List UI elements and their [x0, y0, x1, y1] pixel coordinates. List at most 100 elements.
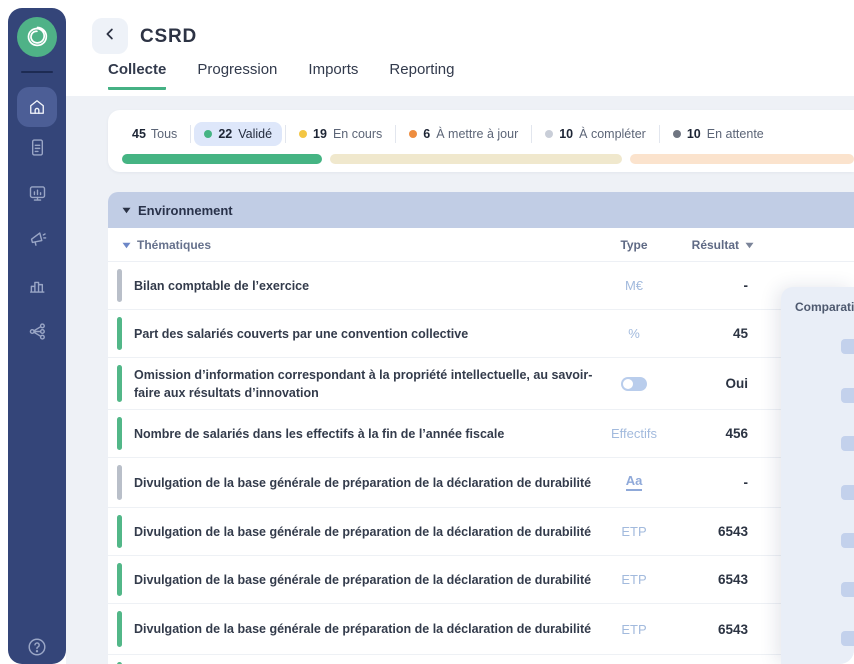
summary-card: 45 Tous 22Validé 19En cours 6 À mettre à jo…	[108, 110, 854, 172]
status-filter-en-cours[interactable]: 19En cours	[289, 122, 392, 146]
document-icon	[27, 137, 48, 163]
status-dot-icon	[204, 130, 212, 138]
row-label: Divulgation de la base générale de prépa…	[134, 570, 604, 588]
total-count: 45	[132, 127, 146, 141]
row-label: Divulgation de la base générale de prépa…	[134, 522, 604, 540]
monitor-chart-icon	[27, 183, 48, 209]
collapse-caret-icon	[122, 207, 131, 214]
column-header-thematiques[interactable]: Thématiques	[122, 228, 211, 262]
status-filter-all[interactable]: 45 Tous	[122, 127, 187, 141]
sidebar-item-dashboard[interactable]	[14, 173, 60, 219]
status-label: À mettre à jour	[436, 127, 518, 141]
row-result: -	[658, 262, 748, 309]
row-result: 456	[658, 410, 748, 457]
sidebar-item-documents[interactable]	[14, 127, 60, 173]
megaphone-icon	[27, 229, 48, 255]
row-status-bar	[117, 515, 122, 548]
row-status-bar	[117, 465, 122, 500]
sidebar-item-organisation[interactable]	[14, 311, 60, 357]
row-type: %	[604, 310, 664, 357]
comparatif-placeholder	[841, 631, 854, 646]
row-label: Divulgation de la base générale de prépa…	[134, 473, 604, 491]
status-count: 10	[687, 127, 701, 141]
row-type: ETP	[604, 556, 664, 603]
status-filter-à-compléter[interactable]: 10À compléter	[535, 122, 656, 146]
comparatif-panel[interactable]: Comparatif	[781, 287, 854, 664]
table-row[interactable]: Divulgation de la base générale de prépa…	[108, 604, 854, 655]
comparatif-title: Comparatif	[795, 300, 854, 314]
type-value: ETP	[621, 622, 646, 637]
progress-segment-3	[630, 154, 854, 164]
status-dot-icon	[545, 130, 553, 138]
status-separator	[395, 125, 396, 143]
progress-segment-2	[330, 154, 622, 164]
back-button[interactable]	[92, 18, 128, 54]
table-row[interactable]: Nombre de salariés dans les effectifs à …	[108, 410, 854, 458]
tab-progression[interactable]: Progression	[197, 61, 277, 90]
type-value: ETP	[621, 572, 646, 587]
row-label: Omission d’information correspondant à l…	[134, 365, 604, 401]
status-count: 6	[423, 127, 430, 141]
help-button[interactable]	[8, 636, 66, 658]
row-result: 45	[658, 310, 748, 357]
status-filter-row: 45 Tous 22Validé 19En cours 6 À mettre à jo…	[122, 121, 774, 147]
row-result: Oui	[658, 358, 748, 409]
status-filter-en-attente[interactable]: 10En attente	[663, 122, 774, 146]
type-value: M€	[625, 278, 643, 293]
page-title: CSRD	[140, 26, 197, 48]
comparatif-placeholder	[841, 533, 854, 548]
table-row[interactable]: Divulgation de la base générale de prépa…	[108, 556, 854, 604]
tab-reporting[interactable]: Reporting	[389, 61, 454, 90]
comparatif-placeholder	[841, 436, 854, 451]
row-type: ETP	[604, 508, 664, 555]
row-type: M€	[604, 262, 664, 309]
app-window: CSRD Collecte Progression Imports Reporting…	[0, 0, 854, 664]
caret-down-icon	[122, 242, 131, 249]
row-label: Divulgation de la base générale de prépa…	[134, 620, 604, 638]
status-count: 10	[559, 127, 573, 141]
type-value: ETP	[621, 524, 646, 539]
sidebar-item-analytics[interactable]	[14, 265, 60, 311]
status-dot-icon	[299, 130, 307, 138]
sidebar-item-home[interactable]	[17, 87, 57, 127]
table-row[interactable]	[108, 655, 854, 664]
tab-imports[interactable]: Imports	[308, 61, 358, 90]
status-separator	[190, 125, 191, 143]
row-status-bar	[117, 365, 122, 402]
column-header-resultat[interactable]: Résultat	[692, 228, 754, 262]
column-label-thematiques: Thématiques	[137, 238, 211, 252]
status-filter-à-mettre-à-jour[interactable]: 6 À mettre à jour	[399, 122, 528, 146]
bar-chart-icon	[27, 275, 48, 301]
hierarchy-icon	[27, 321, 48, 347]
row-status-bar	[117, 269, 122, 302]
status-separator	[531, 125, 532, 143]
table-header: Thématiques Type Résultat	[108, 228, 854, 262]
section-header-environnement[interactable]: Environnement	[108, 192, 854, 228]
row-type: ETP	[604, 604, 664, 654]
app-logo	[17, 17, 57, 57]
row-status-bar	[117, 611, 122, 647]
row-status-bar	[117, 563, 122, 596]
sidebar-item-campaigns[interactable]	[14, 219, 60, 265]
status-filter-validé[interactable]: 22Validé	[194, 122, 282, 146]
comparatif-placeholder	[841, 582, 854, 597]
comparatif-placeholder	[841, 339, 854, 354]
table-row[interactable]: Divulgation de la base générale de prépa…	[108, 508, 854, 556]
column-label-resultat: Résultat	[692, 238, 739, 252]
progress-segment-1	[122, 154, 322, 164]
tab-collecte[interactable]: Collecte	[108, 61, 166, 90]
table-row[interactable]: Divulgation de la base générale de prépa…	[108, 458, 854, 508]
toggle-icon[interactable]	[621, 377, 647, 391]
status-label: En cours	[333, 127, 382, 141]
type-value: %	[628, 326, 640, 341]
row-result	[658, 655, 748, 664]
table-row[interactable]: Omission d’information correspondant à l…	[108, 358, 854, 410]
toggle-knob	[623, 379, 633, 389]
table-body: Bilan comptable de l’exerciceM€-Part des…	[108, 262, 854, 664]
table-row[interactable]: Bilan comptable de l’exerciceM€-	[108, 262, 854, 310]
table-row[interactable]: Part des salariés couverts par une conve…	[108, 310, 854, 358]
comparatif-placeholder	[841, 388, 854, 403]
sidebar-divider	[21, 71, 53, 73]
type-value: Effectifs	[611, 426, 657, 441]
section-title: Environnement	[138, 203, 233, 218]
